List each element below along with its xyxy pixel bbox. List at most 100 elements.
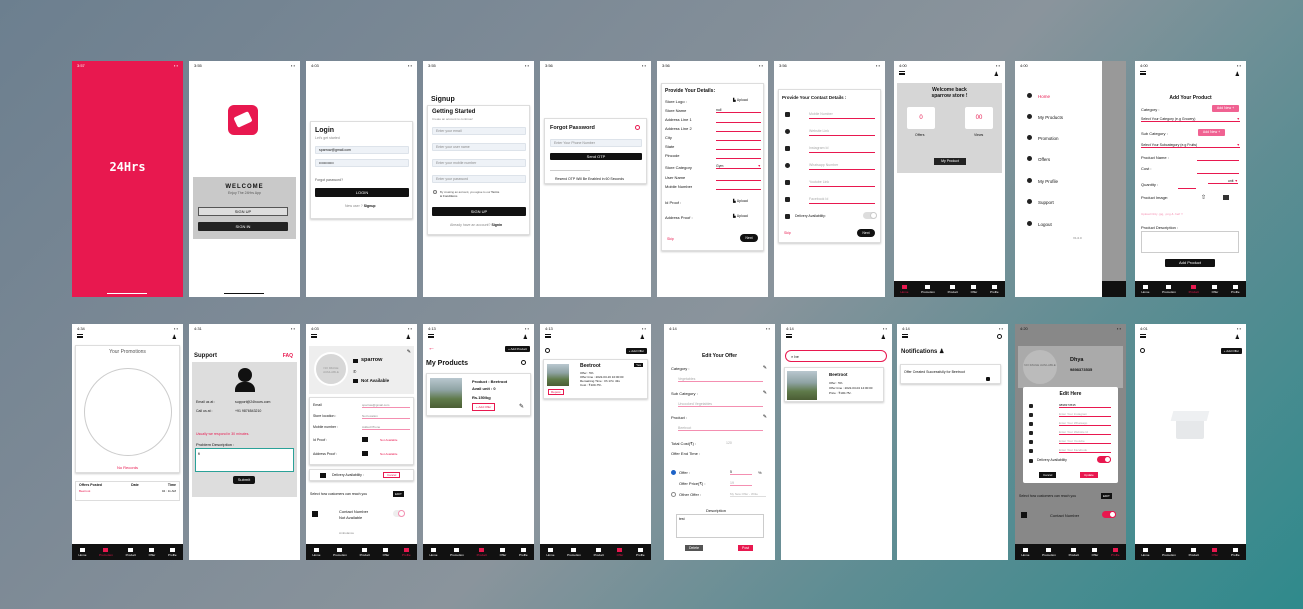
skip-link[interactable]: Skip <box>667 237 674 241</box>
edit-mobile-input[interactable]: 9898373535 <box>1059 403 1111 408</box>
nav-home[interactable]: Home <box>312 547 320 557</box>
search-icon[interactable] <box>545 348 550 353</box>
drawer-item-offers[interactable]: Offers <box>1027 156 1050 162</box>
quantity-input[interactable] <box>1178 188 1196 189</box>
unit-select[interactable]: unit ▼ <box>1208 179 1238 184</box>
edit-website-input[interactable]: Enter Your Website Id <box>1059 430 1111 435</box>
nav-product[interactable]: Product <box>360 547 370 557</box>
menu-icon[interactable] <box>1140 71 1146 75</box>
edit-facebook-input[interactable]: Enter Your Facebook <box>1059 448 1111 453</box>
contact-website-input[interactable]: Website Link <box>809 129 829 133</box>
search-icon[interactable] <box>1140 348 1145 353</box>
offer-card[interactable]: Beetroot Yes Offer : 5% Offer time : 202… <box>543 359 648 399</box>
description-input[interactable] <box>1141 231 1239 253</box>
menu-icon[interactable] <box>311 334 317 338</box>
signup-button[interactable]: SIGN UP <box>198 207 288 216</box>
nav-promotion[interactable]: Promotion <box>921 284 935 294</box>
search-input[interactable]: ⌕ be <box>785 350 887 362</box>
nav-offer[interactable]: Offer <box>500 547 506 557</box>
edit-icon[interactable]: ✎ <box>763 390 767 396</box>
contact-toggle[interactable] <box>393 510 405 517</box>
store-category-select[interactable]: Gym ▼ <box>716 164 761 169</box>
pincode-input[interactable] <box>716 158 761 159</box>
nav-profile[interactable]: Profile <box>1231 284 1240 294</box>
nav-promotion[interactable]: Promotion <box>1162 547 1176 557</box>
nav-promotion[interactable]: Promotion <box>567 547 581 557</box>
drawer-item-products[interactable]: My Products <box>1027 114 1063 120</box>
search-icon[interactable] <box>521 360 526 365</box>
update-button[interactable]: Update <box>1080 472 1098 478</box>
contact-facebook-input[interactable]: Facebook Id <box>809 197 828 201</box>
close-icon[interactable] <box>635 125 640 130</box>
support-submit-button[interactable]: Submit <box>233 476 255 484</box>
bell-icon[interactable]: ♟ <box>881 334 886 341</box>
mobile-input[interactable] <box>716 189 761 190</box>
product-name-input[interactable] <box>1197 160 1239 161</box>
signup-link[interactable]: Signup <box>364 204 376 208</box>
nav-home[interactable]: Home <box>78 547 86 557</box>
menu-icon[interactable] <box>1140 334 1146 338</box>
nav-offer[interactable]: Offer <box>617 547 623 557</box>
store-name-input[interactable]: null <box>716 108 761 113</box>
repost-button[interactable]: Repost <box>548 389 564 395</box>
contact-toggle[interactable] <box>1102 511 1116 518</box>
delivery-toggle[interactable] <box>1097 456 1111 463</box>
menu-icon[interactable] <box>77 334 83 338</box>
edit-instagram-input[interactable]: Enter Your Instagram <box>1059 412 1111 417</box>
product-card[interactable]: Product : Beetroot Avail unit : 0 Rs.150… <box>426 373 531 416</box>
nav-promotion[interactable]: Promotion <box>450 547 464 557</box>
signup-email-input[interactable]: Enter your email <box>432 127 526 135</box>
nav-profile[interactable]: Profile <box>519 547 528 557</box>
menu-icon[interactable] <box>545 334 551 338</box>
drawer-item-profile[interactable]: My Profile <box>1027 178 1058 184</box>
upload-icon[interactable]: ⇧ <box>1201 194 1206 201</box>
edit-youtube-input[interactable]: Enter Your Youtube <box>1059 439 1111 444</box>
otp-input[interactable] <box>550 165 590 171</box>
email-field[interactable]: sparrow@gmail.com <box>315 146 409 154</box>
nav-product[interactable]: Product <box>477 547 487 557</box>
nav-offer[interactable]: Offer <box>1212 284 1218 294</box>
nav-offer[interactable]: Offer <box>383 547 389 557</box>
nav-home[interactable]: Home <box>546 547 554 557</box>
nav-promotion[interactable]: Promotion <box>333 547 347 557</box>
offer-radio[interactable] <box>671 470 676 475</box>
search-result-card[interactable]: Beetroot Offer : 5% Offer time : 2022-03… <box>784 367 884 402</box>
support-phone[interactable]: +91 9876543210 <box>235 409 261 413</box>
nav-home[interactable]: Home <box>1141 284 1149 294</box>
edit-icon[interactable]: ✎ <box>763 365 767 371</box>
id-proof-upload[interactable]: ▙ Upload <box>733 199 748 203</box>
edit-icon[interactable]: ✎ <box>763 414 767 420</box>
avatar[interactable]: NO IMAGE AVAILABLE <box>314 352 348 386</box>
nav-profile[interactable]: Profile <box>636 547 645 557</box>
edit-contacts-button[interactable]: EDIT <box>1101 493 1112 499</box>
nav-promotion[interactable]: Promotion <box>1162 284 1176 294</box>
nav-home[interactable]: Home <box>429 547 437 557</box>
nav-home[interactable]: Home <box>900 284 908 294</box>
signup-mobile-input[interactable]: Enter your mobile number <box>432 159 526 167</box>
phone-input[interactable]: Enter Your Phone Number <box>550 139 642 147</box>
nav-offer[interactable]: Offer <box>1212 547 1218 557</box>
nav-product[interactable]: Product <box>1189 547 1199 557</box>
search-icon[interactable] <box>997 334 1002 339</box>
menu-icon[interactable] <box>902 334 908 338</box>
bell-icon[interactable]: ♟ <box>1235 334 1240 341</box>
nav-profile[interactable]: Profile <box>1231 547 1240 557</box>
faq-link[interactable]: FAQ <box>283 353 293 359</box>
menu-icon[interactable] <box>428 334 434 338</box>
state-input[interactable] <box>716 149 761 150</box>
add-offer-button[interactable]: + Add Offer <box>625 348 647 354</box>
nav-home[interactable]: Home <box>1021 547 1029 557</box>
contact-mobile-input[interactable]: Mobile Number <box>809 112 833 116</box>
terms-checkbox[interactable] <box>433 190 437 194</box>
nav-offer[interactable]: Offer <box>149 547 155 557</box>
nav-profile[interactable]: Profile <box>168 547 177 557</box>
offer-value[interactable]: 5 <box>730 470 752 475</box>
bell-icon[interactable]: ♟ <box>994 71 999 78</box>
offer-description-input[interactable]: test <box>676 514 764 538</box>
forgot-password-link[interactable]: Forgot password? <box>315 178 343 182</box>
other-offer-radio[interactable] <box>671 492 676 497</box>
add-subcategory-button[interactable]: Add New + <box>1198 129 1225 136</box>
contact-whatsapp-input[interactable]: Whatsapp Number <box>809 163 838 167</box>
back-arrow-icon[interactable]: ← <box>428 345 435 352</box>
nav-product[interactable]: Product <box>948 284 958 294</box>
